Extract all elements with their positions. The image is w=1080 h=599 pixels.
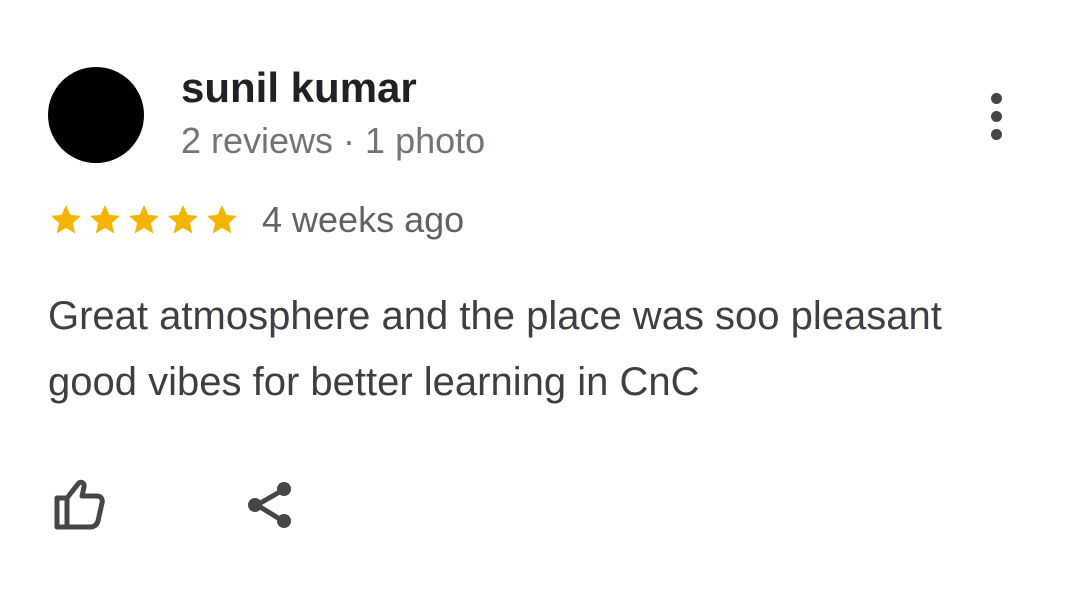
- star-icon: [168, 205, 198, 234]
- star-icon: [129, 205, 159, 234]
- like-button[interactable]: [47, 472, 111, 536]
- avatar[interactable]: [48, 67, 144, 163]
- author-meta: 2 reviews · 1 photo: [181, 120, 486, 161]
- review-text: Great atmosphere and the place was soo p…: [48, 294, 942, 404]
- star-rating: [48, 202, 240, 238]
- share-button[interactable]: [238, 472, 302, 536]
- star-icon: [51, 205, 81, 234]
- star-icon: [207, 205, 237, 234]
- review-time: 4 weeks ago: [262, 199, 465, 240]
- review-card: sunil kumar 2 reviews · 1 photo 4 weeks …: [0, 0, 1080, 599]
- author-name[interactable]: sunil kumar: [181, 64, 417, 112]
- share-icon: [248, 482, 291, 528]
- more-vert-icon: [990, 92, 1002, 104]
- more-options-button[interactable]: [974, 86, 1018, 146]
- thumb-up-icon: [54, 479, 105, 530]
- star-icon: [90, 205, 120, 234]
- rating-row: 4 weeks ago: [48, 196, 464, 244]
